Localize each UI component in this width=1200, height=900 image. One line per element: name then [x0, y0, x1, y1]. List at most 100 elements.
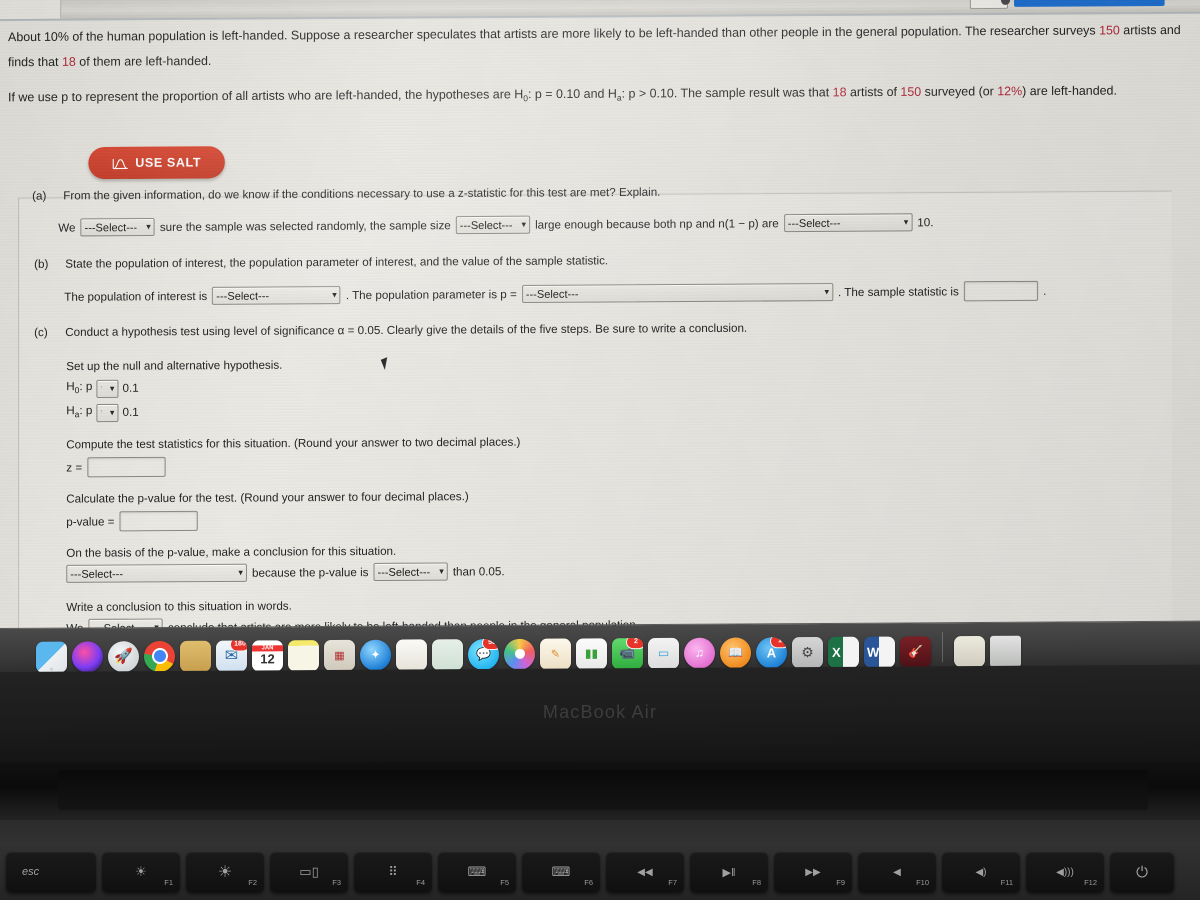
part-a-select-2-wrap: ---Select--- ▾	[455, 215, 531, 235]
part-b-select-1-wrap: ---Select--- ▾	[212, 286, 341, 305]
part-a-prompt: From the given information, do we know i…	[63, 185, 661, 203]
dock-item-stickies[interactable]	[288, 639, 319, 671]
dock-item-numbers[interactable]: ▮▮	[576, 637, 607, 669]
volume-up-icon: ◀)))	[1056, 866, 1074, 878]
pvalue-compare-select[interactable]: ---Select---	[373, 562, 448, 582]
dock-item-pages[interactable]: ✎	[540, 638, 571, 670]
part-a-mid-2: large enough because both np and n(1 − p…	[535, 216, 779, 232]
compare-select-wrap: ---Select--- ▾	[373, 562, 448, 582]
browser-tab[interactable]	[0, 0, 62, 20]
part-c-letter: (c)	[34, 326, 48, 340]
part-a-random-select[interactable]: ---Select---	[80, 217, 155, 237]
h0-operator-select-wrap: ? ▾	[96, 379, 119, 398]
fast-forward-key[interactable]: ▶▶ F9	[774, 852, 852, 892]
play-pause-icon: ▶‖	[722, 866, 736, 879]
p1-text-c: of them are left-handed.	[75, 53, 212, 69]
laptop-screen: About 10% of the human population is lef…	[0, 0, 1200, 635]
dock-item-finder[interactable]	[36, 641, 67, 673]
esc-key[interactable]: esc	[6, 852, 96, 892]
brightness-down-key[interactable]: ☀ F1	[102, 852, 180, 892]
dock-item-garageband[interactable]: 🎸	[900, 635, 931, 668]
f6-label: F6	[584, 878, 593, 887]
dock-item-siri[interactable]	[72, 640, 103, 673]
dock-item-mail[interactable]: ✉ 180	[216, 639, 247, 672]
mute-icon: ◀	[893, 866, 901, 878]
part-b-parameter-select[interactable]: ---Select---	[521, 283, 834, 304]
dock-item-ibooks[interactable]: 📖	[720, 636, 751, 669]
volume-down-key[interactable]: ◀) F11	[942, 852, 1020, 892]
part-b-sample-statistic-input[interactable]	[963, 280, 1039, 302]
part-b-population-select[interactable]: ---Select---	[212, 286, 341, 305]
power-key[interactable]: ⏻	[1110, 852, 1174, 892]
p2-text-f: ) are left-handed.	[1022, 83, 1117, 99]
p1-text-a: About 10% of the human population is lef…	[8, 23, 1100, 45]
p2-text-b: : p = 0.10 and H	[527, 86, 617, 102]
dock-item-keynote[interactable]: ▭	[648, 637, 679, 669]
dock-item-facetime[interactable]: 📹 2	[612, 637, 643, 669]
f11-label: F11	[1000, 878, 1013, 887]
part-a-tail: 10.	[917, 215, 934, 229]
ha-operator-select[interactable]: ?	[96, 403, 119, 422]
normal-curve-icon	[112, 156, 128, 170]
dock-item-system-preferences[interactable]: ⚙	[792, 636, 823, 668]
launchpad-key[interactable]: ⠿ F4	[354, 852, 432, 892]
h0-value: 0.1	[122, 381, 139, 395]
play-pause-key[interactable]: ▶‖ F8	[690, 852, 768, 892]
dock-item-microsoft-excel[interactable]: X	[828, 636, 859, 668]
part-a-comparison-select[interactable]: ---Select---	[783, 213, 913, 233]
dock-item-calendar[interactable]: JAN 12	[252, 639, 283, 671]
part-a-size-select[interactable]: ---Select---	[455, 215, 531, 235]
ha-operator-select-wrap: ? ▾	[96, 403, 119, 422]
macbook-air-label: MacBook Air	[542, 702, 658, 722]
f1-label: F1	[164, 878, 173, 887]
dock-item-launchpad[interactable]: 🚀	[108, 640, 139, 672]
pvalue-conclusion-select[interactable]: ---Select---	[66, 563, 247, 583]
dock-item-safari[interactable]: ✦	[360, 639, 391, 671]
dock-item-downloads-stack[interactable]	[954, 635, 985, 667]
mute-key[interactable]: ◀ F10	[858, 852, 936, 892]
pvalue-input[interactable]	[119, 510, 198, 532]
part-c-step-4: On the basis of the p-value, make a conc…	[66, 538, 1158, 583]
f7-label: F7	[668, 878, 677, 887]
brightness-up-key[interactable]: ☀ F2	[186, 852, 264, 892]
part-a-select-3-wrap: ---Select--- ▾	[783, 213, 913, 233]
dock-item-microsoft-word[interactable]: W	[864, 636, 895, 668]
dock-item-app-store[interactable]: A1	[756, 636, 787, 668]
dock-item-photos[interactable]	[504, 638, 535, 670]
p2-successes: 18	[832, 85, 847, 100]
f10-label: F10	[916, 878, 929, 887]
volume-up-key[interactable]: ◀))) F12	[1026, 852, 1104, 892]
keyboard-brightness-down-key[interactable]: ⌨ F5	[438, 852, 516, 892]
use-salt-label: USE SALT	[135, 155, 202, 170]
dock-item-utilities[interactable]	[432, 638, 463, 670]
keyboard-function-row: esc ☀ F1 ☀ F2 ▭▯ F3 ⠿ F4 ⌨ F5 ⌨ F6 ◀◀ F7 ▶‖ F8 ▶…	[0, 846, 1200, 898]
dock-item-notes-folder[interactable]	[180, 640, 211, 672]
dock-item-photo-booth[interactable]: ▦	[324, 639, 355, 671]
p2-sample-size: 150	[900, 84, 922, 99]
dock-item-google-chrome[interactable]	[144, 640, 175, 672]
use-salt-button[interactable]: USE SALT	[88, 146, 225, 180]
rewind-key[interactable]: ◀◀ F7	[606, 852, 684, 892]
part-c-step-3: Calculate the p-value for the test. (Rou…	[66, 484, 1158, 532]
chrome-center-icon	[151, 647, 168, 665]
p2-text-e: surveyed (or	[921, 84, 998, 99]
p2-text-d: artists of	[846, 84, 901, 100]
keyboard-brightness-up-key[interactable]: ⌨ F6	[522, 852, 600, 892]
dock-item-messages[interactable]: 💬 56	[468, 638, 499, 670]
dock-item-trash[interactable]	[990, 635, 1021, 667]
problem-paragraph-1: About 10% of the human population is lef…	[8, 18, 1189, 75]
f8-label: F8	[752, 878, 761, 887]
mail-badge: 180	[230, 639, 247, 652]
mission-control-key[interactable]: ▭▯ F3	[270, 852, 348, 892]
volume-down-icon: ◀)	[975, 866, 987, 878]
calendar-day-label: 12	[260, 650, 275, 666]
dock-item-itunes[interactable]: ♫	[684, 637, 715, 669]
dock-item-contacts[interactable]	[396, 638, 427, 671]
z-value-input[interactable]	[87, 456, 166, 478]
p2-text-a: If we use p to represent the proportion …	[8, 87, 524, 105]
brightness-down-icon: ☀	[135, 864, 147, 879]
browser-address-bar[interactable]	[1014, 0, 1165, 7]
launchpad-grid-icon: ⠿	[388, 864, 398, 879]
h0-operator-select[interactable]: ?	[96, 379, 119, 398]
part-c-step2-label: Compute the test statistics for this sit…	[66, 435, 521, 452]
